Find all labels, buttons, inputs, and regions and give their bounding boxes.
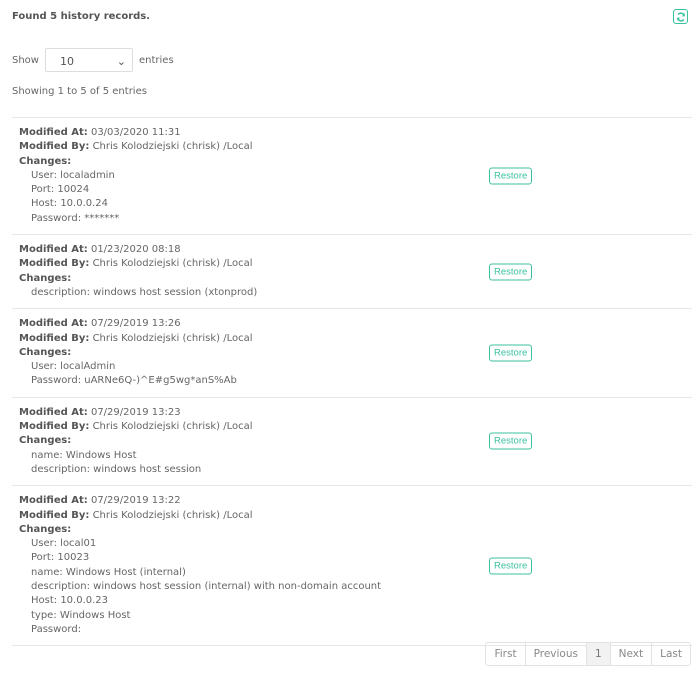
change-item: Password: uARNe6Q-)^E#g5wg*anS%Ab — [31, 375, 237, 387]
changes-label: Changes: — [19, 435, 72, 447]
modified-at-label: Modified At: — [19, 318, 88, 330]
change-item: Host: 10.0.0.24 — [31, 198, 109, 210]
change-item: User: localadmin — [31, 169, 115, 181]
modified-by-label: Modified By: — [19, 421, 90, 433]
modified-by-value: Chris Kolodziejski (chrisk) /Local — [92, 258, 253, 270]
previous-page-button[interactable]: Previous — [524, 643, 586, 665]
modified-at-label: Modified At: — [19, 406, 88, 418]
refresh-icon — [676, 11, 685, 22]
modified-at: Modified At: 03/03/2020 11:31 — [19, 126, 692, 140]
modified-by-label: Modified By: — [19, 258, 90, 270]
chevron-down-icon: ⌄ — [116, 54, 126, 68]
next-page-button[interactable]: Next — [609, 643, 651, 665]
last-page-button[interactable]: Last — [651, 643, 690, 665]
page-length-select[interactable]: 10 ⌄ — [44, 48, 133, 72]
show-label: Show — [12, 54, 39, 66]
change-item: Password: — [31, 623, 82, 635]
modified-at-label: Modified At: — [19, 495, 88, 507]
history-record: Modified At: 03/03/2020 11:31 Modified B… — [12, 117, 692, 234]
change-item: Password: ******* — [31, 212, 120, 224]
history-record: Modified At: 07/29/2019 13:23 Modified B… — [12, 396, 692, 485]
change-item: description: windows host session (xtonp… — [31, 286, 258, 298]
modified-at-label: Modified At: — [19, 244, 88, 256]
change-item: Host: 10.0.0.23 — [31, 595, 109, 607]
table-info: Showing 1 to 5 of 5 entries — [12, 86, 147, 97]
page-length-value: 10 — [59, 54, 74, 68]
changes-label: Changes: — [19, 523, 72, 535]
history-list: Modified At: 03/03/2020 11:31 Modified B… — [12, 117, 692, 647]
modified-by: Modified By: Chris Kolodziejski (chrisk)… — [19, 420, 692, 434]
modified-at-value: 03/03/2020 11:31 — [90, 127, 181, 138]
modified-by-label: Modified By: — [19, 332, 90, 344]
modified-by-value: Chris Kolodziejski (chrisk) /Local — [92, 421, 253, 433]
change-item: name: Windows Host (internal) — [31, 566, 186, 578]
modified-by-value: Chris Kolodziejski (chrisk) /Local — [92, 509, 253, 521]
modified-at-value: 07/29/2019 13:26 — [90, 318, 181, 330]
change-item: name: Windows Host — [31, 449, 137, 461]
refresh-button[interactable] — [673, 9, 688, 24]
restore-button[interactable]: Restore — [489, 344, 533, 362]
modified-at-value: 07/29/2019 13:23 — [90, 406, 181, 418]
modified-by: Modified By: Chris Kolodziejski (chrisk)… — [19, 140, 692, 154]
modified-by-label: Modified By: — [19, 141, 90, 153]
restore-button[interactable]: Restore — [489, 557, 533, 575]
change-item: Port: 10023 — [31, 552, 90, 564]
changes-label: Changes: — [19, 346, 72, 358]
modified-at: Modified At: 01/23/2020 08:18 — [19, 243, 692, 257]
entries-label: entries — [138, 54, 174, 66]
modified-at-label: Modified At: — [19, 127, 88, 138]
history-record: Modified At: 07/29/2019 13:22 Modified B… — [12, 485, 692, 645]
changes-label: Changes: — [19, 272, 72, 284]
change-item: description: windows host session — [31, 463, 202, 475]
modified-at-value: 07/29/2019 13:22 — [90, 495, 181, 507]
modified-by-label: Modified By: — [19, 509, 90, 521]
page-title: Found 5 history records. — [12, 11, 151, 22]
pagination: First Previous 1 Next Last — [485, 642, 691, 666]
history-record: Modified At: 01/23/2020 08:18 Modified B… — [12, 234, 692, 308]
modified-by: Modified By: Chris Kolodziejski (chrisk)… — [19, 509, 692, 523]
restore-button[interactable]: Restore — [489, 167, 533, 185]
page-1-button[interactable]: 1 — [585, 643, 610, 665]
change-item: User: local01 — [31, 538, 97, 550]
restore-button[interactable]: Restore — [489, 432, 533, 450]
changes-label: Changes: — [19, 155, 72, 167]
first-page-button[interactable]: First — [486, 643, 524, 665]
history-record: Modified At: 07/29/2019 13:26 Modified B… — [12, 308, 692, 396]
modified-at: Modified At: 07/29/2019 13:22 — [19, 494, 692, 508]
modified-at: Modified At: 07/29/2019 13:26 — [19, 317, 692, 331]
modified-by: Modified By: Chris Kolodziejski (chrisk)… — [19, 332, 692, 346]
change-item: type: Windows Host — [31, 609, 131, 621]
modified-at-value: 01/23/2020 08:18 — [90, 244, 181, 256]
change-item: Port: 10024 — [31, 184, 90, 196]
change-item: description: windows host session (inter… — [31, 581, 382, 593]
modified-by-value: Chris Kolodziejski (chrisk) /Local — [92, 141, 253, 153]
modified-by-value: Chris Kolodziejski (chrisk) /Local — [92, 332, 253, 344]
modified-by: Modified By: Chris Kolodziejski (chrisk)… — [19, 257, 692, 271]
modified-at: Modified At: 07/29/2019 13:23 — [19, 406, 692, 420]
page-length-control: Show 10 ⌄ entries — [12, 48, 174, 72]
change-item: User: localAdmin — [31, 361, 116, 373]
restore-button[interactable]: Restore — [489, 263, 533, 281]
